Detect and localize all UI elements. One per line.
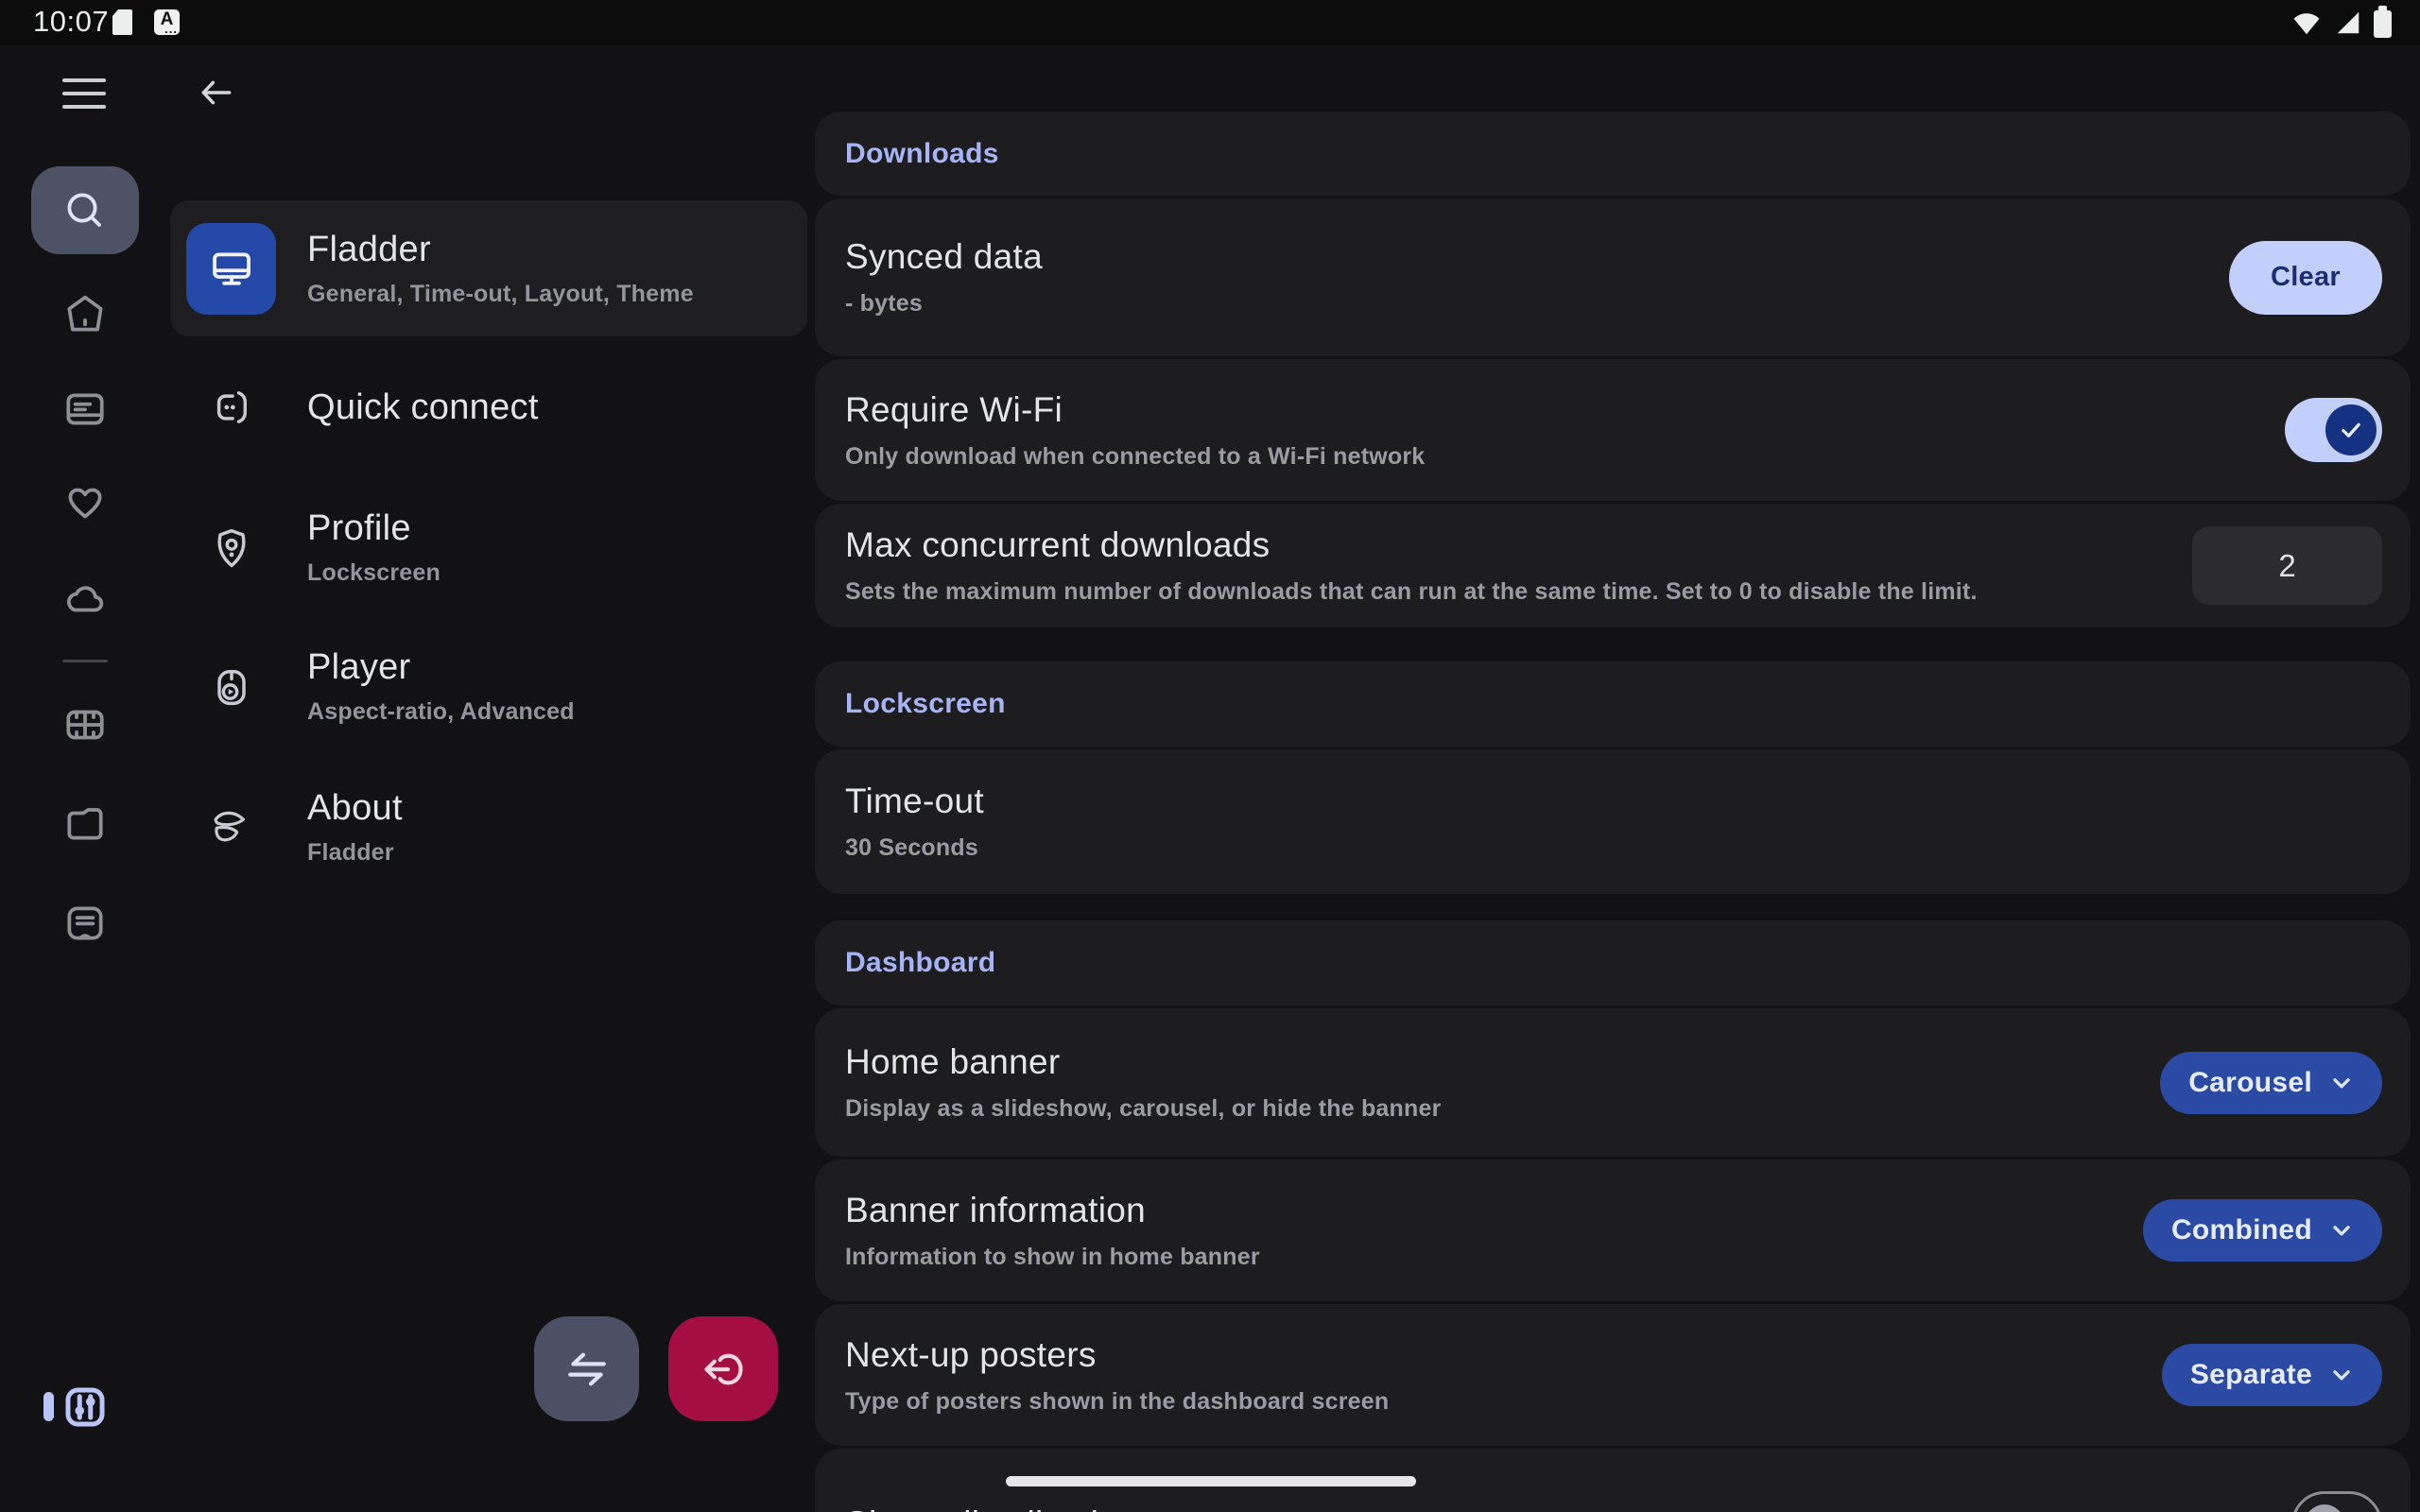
section-header-dashboard: Dashboard <box>815 920 2411 1005</box>
chevron-down-icon <box>2329 1363 2354 1387</box>
signal-icon <box>2334 9 2362 37</box>
select-value: Combined <box>2171 1214 2312 1246</box>
clear-button[interactable]: Clear <box>2229 241 2382 315</box>
row-subtitle: Only download when connected to a Wi-Fi … <box>845 443 2247 471</box>
nav-item-quick-connect[interactable]: Quick connect <box>170 336 807 478</box>
setting-row-next-up-posters[interactable]: Next-up posters Type of posters shown in… <box>815 1304 2411 1446</box>
menu-icon[interactable] <box>62 78 106 109</box>
search-button[interactable] <box>31 166 139 254</box>
row-title: Max concurrent downloads <box>845 525 2154 565</box>
film-icon <box>61 701 109 748</box>
nav-item-title: Fladder <box>307 230 694 270</box>
fladder-settings-screen: 10:07 A ... <box>0 0 2420 1512</box>
row-subtitle: 30 Seconds <box>845 834 2344 862</box>
show-all-collection-types-toggle[interactable] <box>2291 1491 2382 1512</box>
nav-item-title: Player <box>307 647 575 688</box>
logout-button[interactable] <box>668 1316 778 1421</box>
check-icon <box>2337 416 2365 444</box>
setting-row-home-banner[interactable]: Home banner Display as a slideshow, caro… <box>815 1008 2411 1157</box>
nav-item-about[interactable]: About Fladder <box>170 756 807 898</box>
row-subtitle: - bytes <box>845 290 2191 318</box>
swap-arrows-icon <box>560 1342 614 1397</box>
battery-icon <box>2374 10 2392 38</box>
settings-sliders-icon <box>63 1385 107 1429</box>
quick-connect-icon <box>207 383 256 432</box>
nav-item-title: About <box>307 788 403 829</box>
nav-item-fladder[interactable]: Fladder General, Time-out, Layout, Theme <box>170 200 807 336</box>
nav-item-title: Profile <box>307 508 441 549</box>
setting-row-banner-information[interactable]: Banner information Information to show i… <box>815 1160 2411 1301</box>
next-up-posters-select[interactable]: Separate <box>2162 1344 2382 1406</box>
nav-item-title: Quick connect <box>307 387 539 428</box>
search-icon <box>62 188 108 233</box>
sdcard-icon <box>112 9 133 36</box>
sidebar-item-favorites[interactable] <box>60 478 110 527</box>
settings-panel: Downloads Synced data - bytes Clear Requ… <box>815 112 2411 1512</box>
row-subtitle: Type of posters shown in the dashboard s… <box>845 1388 2124 1416</box>
library-icon <box>61 900 109 947</box>
row-title: Banner information <box>845 1191 2105 1230</box>
status-bar: 10:07 A ... <box>0 0 2420 45</box>
row-subtitle: Display as a slideshow, carousel, or hid… <box>845 1095 2122 1123</box>
sidebar-item-media[interactable] <box>60 385 110 434</box>
rail-divider <box>62 660 108 662</box>
row-subtitle: Sets the maximum number of downloads tha… <box>845 578 2154 606</box>
sidebar-item-home[interactable] <box>60 290 110 339</box>
wifi-icon <box>2290 9 2323 37</box>
row-title: Require Wi-Fi <box>845 390 2247 430</box>
switch-server-button[interactable] <box>534 1316 639 1421</box>
nav-item-subtitle: Aspect-ratio, Advanced <box>307 698 575 726</box>
fladder-app-icon <box>186 223 276 315</box>
sidebar-item-library[interactable] <box>60 899 110 948</box>
toggle-thumb <box>2325 404 2377 455</box>
back-button[interactable] <box>195 74 236 112</box>
select-value: Separate <box>2190 1359 2312 1391</box>
home-banner-select[interactable]: Carousel <box>2160 1052 2382 1114</box>
row-title: Next-up posters <box>845 1335 2124 1375</box>
nav-item-subtitle: Lockscreen <box>307 559 441 587</box>
row-title: Home banner <box>845 1042 2122 1082</box>
sidebar-item-sync[interactable] <box>60 575 110 624</box>
shield-person-icon <box>207 524 256 573</box>
row-title: Time-out <box>845 782 2344 821</box>
section-header-lockscreen: Lockscreen <box>815 662 2411 747</box>
arrow-left-icon <box>195 74 236 112</box>
heart-icon <box>61 479 109 526</box>
nav-item-subtitle: Fladder <box>307 839 403 867</box>
sidebar-item-movies[interactable] <box>60 700 110 749</box>
banner-information-select[interactable]: Combined <box>2143 1199 2382 1262</box>
max-downloads-input[interactable]: 2 <box>2192 526 2382 605</box>
player-icon <box>207 662 256 712</box>
cloud-icon <box>61 576 109 623</box>
section-header-downloads: Downloads <box>815 112 2411 196</box>
folder-icon <box>61 800 109 848</box>
setting-row-max-downloads[interactable]: Max concurrent downloads Sets the maximu… <box>815 504 2411 627</box>
keyboard-icon: A ... <box>154 9 180 35</box>
toggle-thumb <box>2305 1504 2344 1512</box>
nav-item-subtitle: General, Time-out, Layout, Theme <box>307 281 694 308</box>
nav-item-player[interactable]: Player Aspect-ratio, Advanced <box>170 617 807 756</box>
setting-row-require-wifi[interactable]: Require Wi-Fi Only download when connect… <box>815 359 2411 501</box>
row-title: Show all collection types <box>845 1504 2254 1512</box>
chevron-down-icon <box>2329 1071 2354 1095</box>
nav-item-profile[interactable]: Profile Lockscreen <box>170 478 807 617</box>
logout-icon <box>695 1341 752 1398</box>
sidebar-item-folders[interactable] <box>60 799 110 849</box>
card-icon <box>61 386 109 433</box>
active-indicator <box>43 1392 54 1421</box>
setting-row-timeout[interactable]: Time-out 30 Seconds <box>815 749 2411 894</box>
home-icon <box>61 291 109 338</box>
row-title: Synced data <box>845 237 2191 277</box>
row-subtitle: Information to show in home banner <box>845 1244 2105 1271</box>
setting-row-synced-data[interactable]: Synced data - bytes Clear <box>815 198 2411 356</box>
chevron-down-icon <box>2329 1218 2354 1243</box>
require-wifi-toggle[interactable] <box>2285 398 2382 462</box>
sidebar-item-settings[interactable] <box>63 1385 107 1429</box>
fladder-logo-icon <box>206 801 257 852</box>
status-time: 10:07 <box>33 5 109 39</box>
monitor-icon <box>206 243 257 294</box>
gesture-navigation-bar[interactable] <box>1006 1476 1416 1486</box>
select-value: Carousel <box>2188 1067 2312 1099</box>
